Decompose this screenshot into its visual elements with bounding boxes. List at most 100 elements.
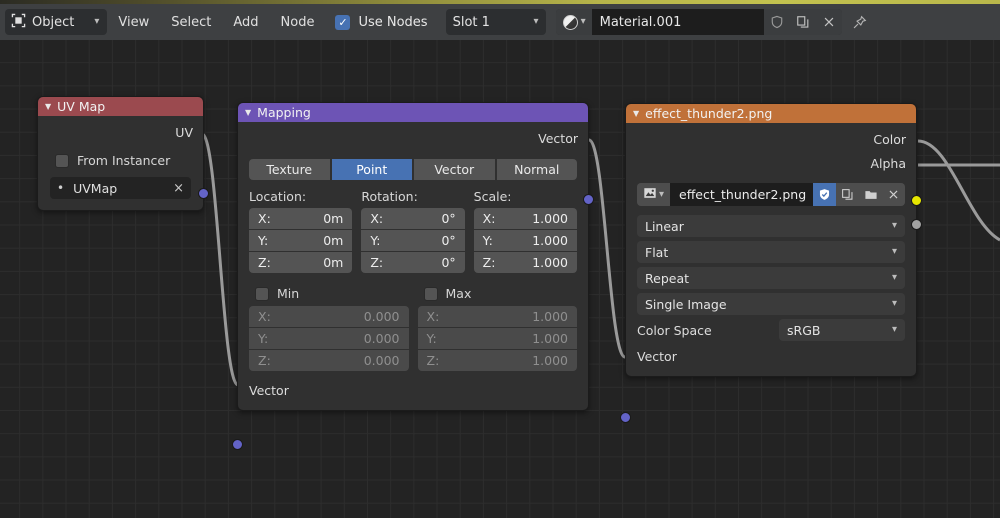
rotation-y-axis: Y: — [370, 233, 381, 248]
min-z-value: 0.000 — [363, 353, 400, 368]
material-name-field[interactable]: Material.001 — [591, 9, 764, 35]
mapping-type-texture[interactable]: Texture — [249, 159, 330, 180]
chevron-down-icon: ▾ — [891, 246, 897, 257]
mapping-type-vector[interactable]: Vector — [414, 159, 495, 180]
max-x-value: 1.000 — [532, 309, 568, 324]
min-y-field[interactable]: Y: 0.000 — [249, 328, 409, 349]
chevron-down-icon: ▾ — [580, 16, 586, 27]
scale-z-axis: Z: — [482, 255, 496, 270]
location-x-axis: X: — [258, 211, 271, 226]
input-vector-label: Vector — [249, 382, 289, 398]
from-instancer-toggle[interactable]: From Instancer — [38, 153, 203, 168]
min-x-field[interactable]: X: 0.000 — [249, 306, 409, 327]
output-socket-alpha[interactable] — [911, 219, 922, 230]
collapse-triangle-icon[interactable]: ▼ — [45, 102, 51, 111]
mapping-type-segmented-control[interactable]: Texture Point Vector Normal — [249, 159, 577, 180]
rotation-y-field[interactable]: Y: 0° — [361, 230, 465, 251]
projection-dropdown[interactable]: Flat ▾ — [637, 241, 905, 263]
scale-y-field[interactable]: Y: 1.000 — [473, 230, 577, 251]
min-column: Min X: 0.000 Y: 0.000 Z: 0.000 — [249, 286, 409, 371]
menu-view[interactable]: View — [107, 9, 160, 35]
material-slot-label: Slot 1 — [452, 14, 490, 30]
scale-x-field[interactable]: X: 1.000 — [473, 208, 577, 229]
rotation-title: Rotation: — [361, 189, 418, 204]
mapping-type-point[interactable]: Point — [331, 159, 412, 180]
location-title: Location: — [249, 189, 307, 204]
pin-icon[interactable] — [846, 9, 874, 35]
duplicate-icon[interactable] — [789, 9, 816, 35]
output-socket-color[interactable] — [911, 195, 922, 206]
node-header-image-texture[interactable]: ▼ effect_thunder2.png — [626, 104, 916, 123]
source-dropdown[interactable]: Single Image ▾ — [637, 293, 905, 315]
node-image-texture[interactable]: ▼ effect_thunder2.png Color Alpha ▾ effe… — [620, 103, 922, 423]
folder-icon[interactable] — [859, 183, 882, 206]
image-name-field[interactable]: effect_thunder2.png — [670, 183, 813, 206]
output-uv-row: UV — [38, 122, 209, 199]
location-z-field[interactable]: Z: 0m — [249, 252, 353, 273]
node-title-image-texture: effect_thunder2.png — [645, 106, 773, 121]
image-datablock-row: ▾ effect_thunder2.png — [637, 183, 905, 206]
output-socket-vector[interactable] — [583, 194, 594, 205]
node-header-uv-map[interactable]: ▼ UV Map — [38, 97, 203, 116]
close-icon[interactable] — [815, 9, 842, 35]
max-x-field[interactable]: X: 1.000 — [417, 306, 577, 327]
location-y-axis: Y: — [258, 233, 269, 248]
min-x-value: 0.000 — [363, 309, 400, 324]
input-socket-vector[interactable] — [620, 412, 631, 423]
shield-icon[interactable] — [813, 183, 836, 206]
min-z-field[interactable]: Z: 0.000 — [249, 350, 409, 371]
extension-dropdown[interactable]: Repeat ▾ — [637, 267, 905, 289]
menu-node[interactable]: Node — [270, 9, 326, 35]
shader-type-dropdown[interactable]: Object ▾ — [5, 9, 108, 35]
node-header-mapping[interactable]: ▼ Mapping — [238, 103, 588, 122]
location-x-field[interactable]: X: 0m — [249, 208, 353, 229]
color-space-row: Color Space sRGB ▾ — [637, 319, 905, 341]
clear-uv-icon[interactable]: × — [173, 182, 184, 195]
location-z-axis: Z: — [258, 255, 271, 270]
image-browse-dropdown[interactable]: ▾ — [637, 183, 670, 206]
chevron-down-icon: ▾ — [891, 272, 897, 283]
node-title-uv-map: UV Map — [57, 99, 106, 114]
material-browse-dropdown[interactable]: ▾ — [555, 9, 592, 35]
rotation-z-field[interactable]: Z: 0° — [361, 252, 465, 273]
max-y-value: 1.000 — [532, 331, 568, 346]
duplicate-icon[interactable] — [836, 183, 859, 206]
shield-icon[interactable] — [763, 9, 790, 35]
max-toggle[interactable]: Max — [418, 286, 578, 301]
rotation-y-value: 0° — [441, 233, 456, 248]
rotation-x-value: 0° — [441, 211, 456, 226]
material-slot-dropdown[interactable]: Slot 1 ▾ — [445, 9, 546, 35]
input-socket-vector[interactable] — [232, 439, 243, 450]
color-space-dropdown[interactable]: sRGB ▾ — [779, 319, 905, 341]
interpolation-dropdown[interactable]: Linear ▾ — [637, 215, 905, 237]
scale-y-value: 1.000 — [532, 233, 568, 248]
use-nodes-toggle[interactable]: ✓ Use Nodes — [335, 14, 428, 30]
max-y-field[interactable]: Y: 1.000 — [417, 328, 577, 349]
collapse-triangle-icon[interactable]: ▼ — [633, 109, 639, 118]
menu-select[interactable]: Select — [160, 9, 222, 35]
scale-z-field[interactable]: Z: 1.000 — [473, 252, 577, 273]
close-icon[interactable] — [882, 183, 905, 206]
output-color-label: Color — [873, 132, 906, 147]
node-canvas[interactable]: ▼ UV Map UV From Instancer • UVMap × ▼ M… — [0, 40, 1000, 518]
uv-map-select-field[interactable]: • UVMap × — [50, 177, 191, 199]
editor-header: Object ▾ View Select Add Node ✓ Use Node… — [0, 4, 1000, 40]
input-vector-row: Vector — [232, 379, 588, 450]
node-body-uv-map: UV From Instancer • UVMap × — [38, 116, 209, 210]
mapping-type-normal[interactable]: Normal — [496, 159, 577, 180]
node-uv-map[interactable]: ▼ UV Map UV From Instancer • UVMap × — [37, 96, 209, 211]
max-z-field[interactable]: Z: 1.000 — [417, 350, 577, 371]
checkbox-unchecked-icon — [255, 286, 269, 301]
min-toggle[interactable]: Min — [249, 286, 409, 301]
checkbox-unchecked-icon — [55, 153, 69, 168]
output-socket-uv[interactable] — [198, 188, 209, 199]
collapse-triangle-icon[interactable]: ▼ — [245, 108, 251, 117]
menu-add[interactable]: Add — [222, 9, 269, 35]
rotation-x-field[interactable]: X: 0° — [361, 208, 465, 229]
min-x-axis: X: — [258, 309, 271, 324]
location-y-field[interactable]: Y: 0m — [249, 230, 353, 251]
scale-title: Scale: — [473, 189, 512, 204]
node-mapping[interactable]: ▼ Mapping Vector Texture Point Vector No… — [232, 102, 594, 450]
location-y-value: 0m — [323, 233, 344, 248]
input-vector-label: Vector — [637, 348, 677, 364]
